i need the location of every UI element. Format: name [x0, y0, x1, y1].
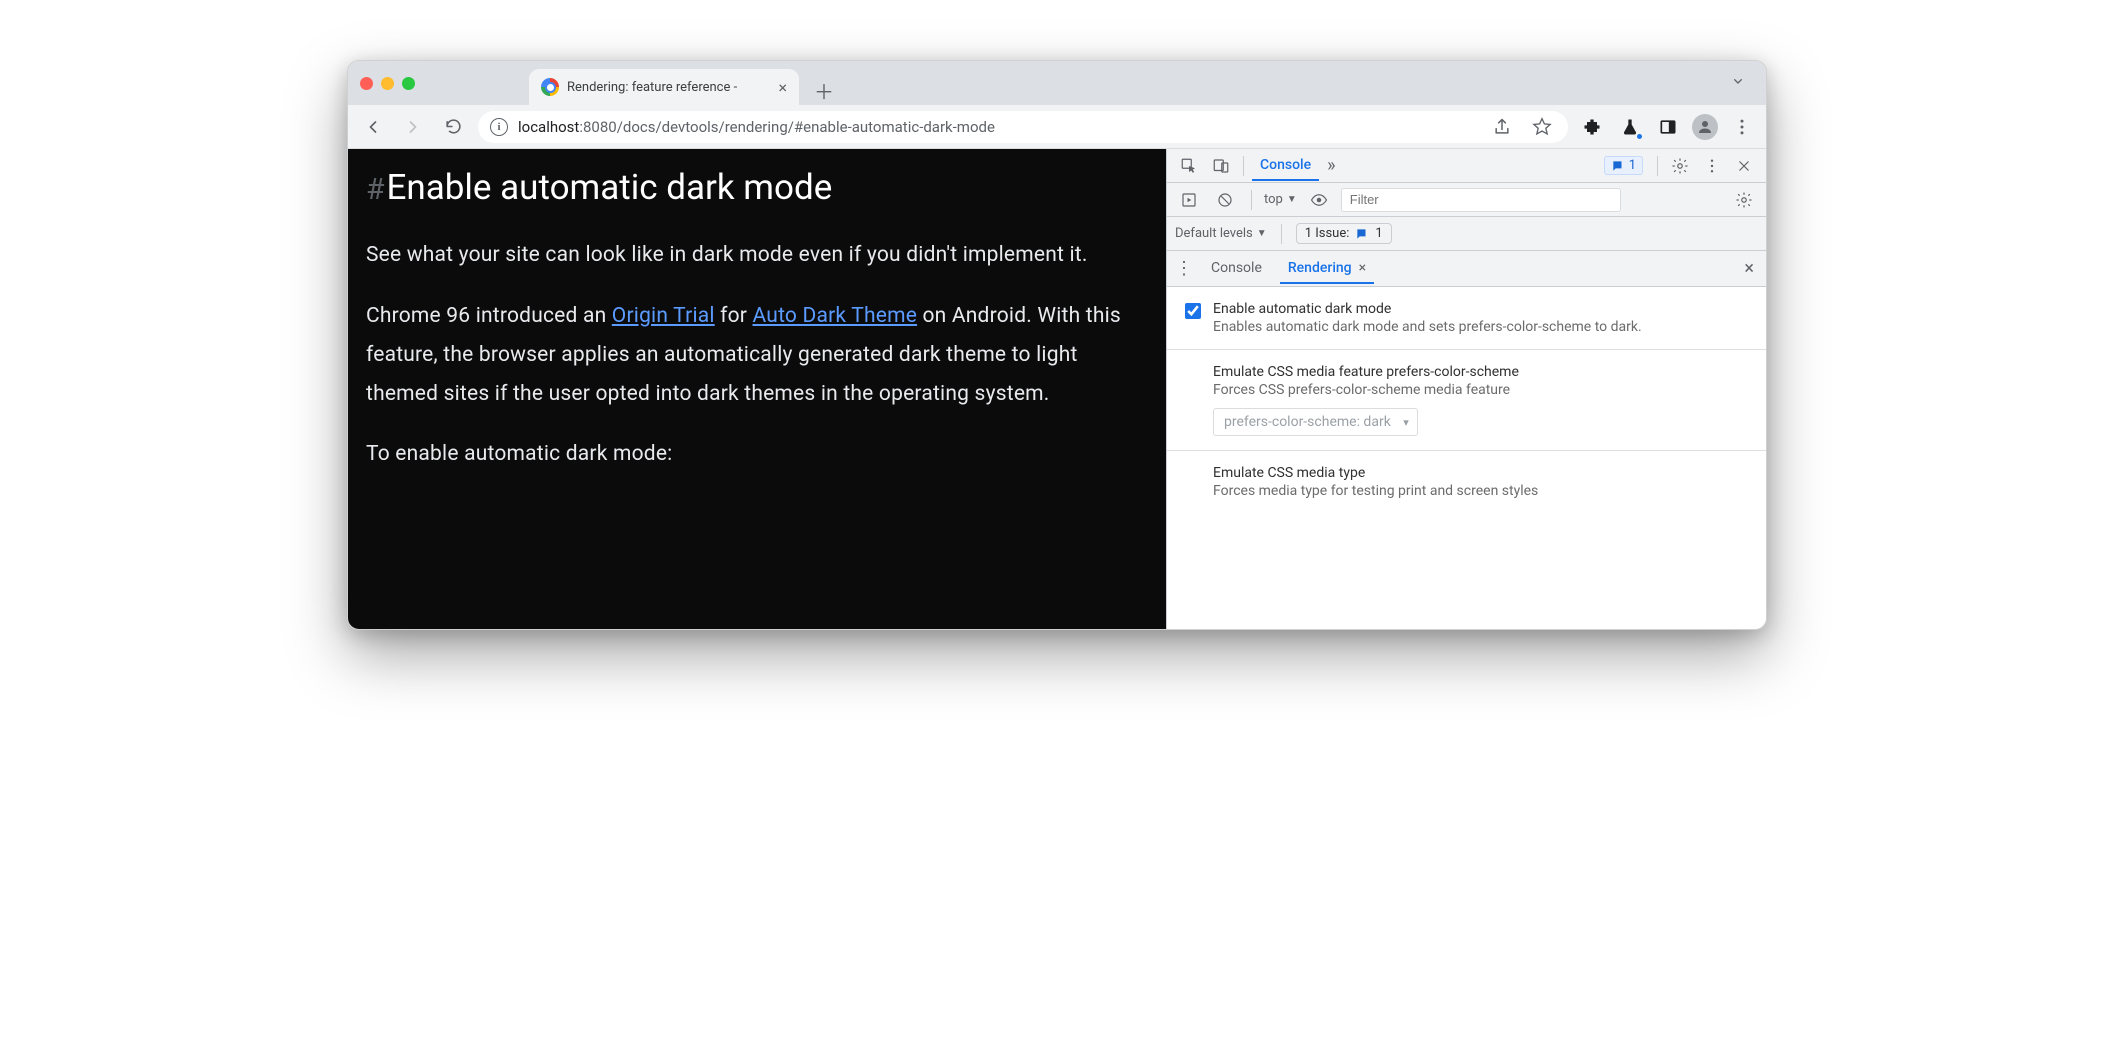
filter-input[interactable]: [1341, 188, 1621, 212]
close-tab-icon[interactable]: ×: [1359, 260, 1366, 276]
page-content: #Enable automatic dark mode See what you…: [348, 149, 1166, 629]
drawer-tab-console[interactable]: Console: [1203, 254, 1270, 284]
browser-window: Rendering: feature reference - × ＋ i loc…: [347, 60, 1767, 630]
option-title: Enable automatic dark mode: [1213, 301, 1642, 317]
inspect-element-icon[interactable]: [1175, 153, 1203, 179]
page-paragraph-1: See what your site can look like in dark…: [366, 236, 1138, 275]
profile-avatar[interactable]: [1692, 114, 1718, 140]
close-tab-button[interactable]: ×: [776, 78, 789, 97]
url-text: localhost:8080/docs/devtools/rendering/#…: [518, 118, 995, 136]
auto-dark-mode-checkbox[interactable]: [1185, 303, 1201, 319]
option-prefers-color-scheme: Emulate CSS media feature prefers-color-…: [1167, 350, 1766, 451]
console-filter-bar: top ▼: [1167, 183, 1766, 217]
more-tabs-icon[interactable]: »: [1323, 155, 1339, 176]
origin-trial-link[interactable]: Origin Trial: [612, 304, 715, 328]
console-levels-bar: Default levels ▼ 1 Issue: 1: [1167, 217, 1766, 251]
content-area: #Enable automatic dark mode See what you…: [348, 149, 1766, 629]
tab-strip: Rendering: feature reference - × ＋: [348, 61, 1766, 105]
bookmark-icon[interactable]: [1528, 113, 1556, 141]
url-port: :8080: [579, 118, 616, 136]
tab-search-button[interactable]: [1726, 69, 1750, 98]
kebab-menu-icon[interactable]: [1698, 153, 1726, 179]
drawer-tabs: ⋮ Console Rendering × ×: [1167, 251, 1766, 287]
auto-dark-theme-link[interactable]: Auto Dark Theme: [753, 304, 918, 328]
chrome-favicon-icon: [541, 78, 559, 96]
option-desc: Enables automatic dark mode and sets pre…: [1213, 319, 1642, 335]
back-button[interactable]: [358, 112, 388, 142]
tabs: Rendering: feature reference - × ＋: [529, 61, 839, 105]
prefers-color-scheme-select[interactable]: prefers-color-scheme: dark: [1213, 408, 1418, 436]
close-window-button[interactable]: [360, 77, 373, 90]
side-panel-icon[interactable]: [1654, 113, 1682, 141]
settings-icon[interactable]: [1666, 153, 1694, 179]
option-desc: Forces media type for testing print and …: [1213, 483, 1748, 499]
issues-badge[interactable]: 1: [1604, 156, 1643, 175]
page-paragraph-3: To enable automatic dark mode:: [366, 435, 1138, 474]
minimize-window-button[interactable]: [381, 77, 394, 90]
reload-button[interactable]: [438, 112, 468, 142]
option-title: Emulate CSS media feature prefers-color-…: [1213, 364, 1748, 380]
page-paragraph-2: Chrome 96 introduced an Origin Trial for…: [366, 297, 1138, 414]
console-settings-icon[interactable]: [1730, 187, 1758, 213]
devtools-top-tabs: Console » 1: [1167, 149, 1766, 183]
live-expression-icon[interactable]: [1305, 187, 1333, 213]
maximize-window-button[interactable]: [402, 77, 415, 90]
levels-selector[interactable]: Default levels ▼: [1175, 226, 1267, 241]
forward-button[interactable]: [398, 112, 428, 142]
close-drawer-icon[interactable]: ×: [1740, 258, 1758, 279]
tab-title: Rendering: feature reference -: [567, 80, 768, 95]
share-icon[interactable]: [1488, 113, 1516, 141]
hash-icon: #: [366, 172, 384, 207]
page-heading: #Enable automatic dark mode: [366, 167, 1138, 208]
scope-selector[interactable]: top ▼: [1264, 192, 1297, 207]
drawer-tab-rendering[interactable]: Rendering ×: [1280, 254, 1374, 284]
issues-count: 1: [1629, 158, 1636, 173]
option-title: Emulate CSS media type: [1213, 465, 1748, 481]
menu-button[interactable]: [1728, 113, 1756, 141]
rendering-panel-body: Enable automatic dark mode Enables autom…: [1167, 287, 1766, 629]
clear-console-icon[interactable]: [1211, 187, 1239, 213]
console-tab[interactable]: Console: [1252, 151, 1319, 181]
site-info-icon[interactable]: i: [490, 118, 508, 136]
option-auto-dark-mode: Enable automatic dark mode Enables autom…: [1167, 287, 1766, 350]
heading-text: Enable automatic dark mode: [386, 167, 832, 208]
new-tab-button[interactable]: ＋: [809, 75, 839, 105]
device-toggle-icon[interactable]: [1207, 153, 1235, 179]
close-devtools-icon[interactable]: [1730, 153, 1758, 179]
toolbar: i localhost:8080/docs/devtools/rendering…: [348, 105, 1766, 149]
window-controls: [358, 77, 421, 90]
url-host: localhost: [518, 118, 579, 136]
devtools-panel: Console » 1: [1166, 149, 1766, 629]
browser-tab[interactable]: Rendering: feature reference - ×: [529, 69, 799, 105]
extensions-icon[interactable]: [1578, 113, 1606, 141]
option-media-type: Emulate CSS media type Forces media type…: [1167, 451, 1766, 513]
drawer-menu-icon[interactable]: ⋮: [1175, 258, 1193, 279]
address-bar[interactable]: i localhost:8080/docs/devtools/rendering…: [478, 111, 1568, 143]
execute-icon[interactable]: [1175, 187, 1203, 213]
issue-pill[interactable]: 1 Issue: 1: [1296, 223, 1392, 244]
url-path: /docs/devtools/rendering/#enable-automat…: [617, 118, 995, 136]
labs-icon[interactable]: [1616, 113, 1644, 141]
option-desc: Forces CSS prefers-color-scheme media fe…: [1213, 382, 1748, 398]
